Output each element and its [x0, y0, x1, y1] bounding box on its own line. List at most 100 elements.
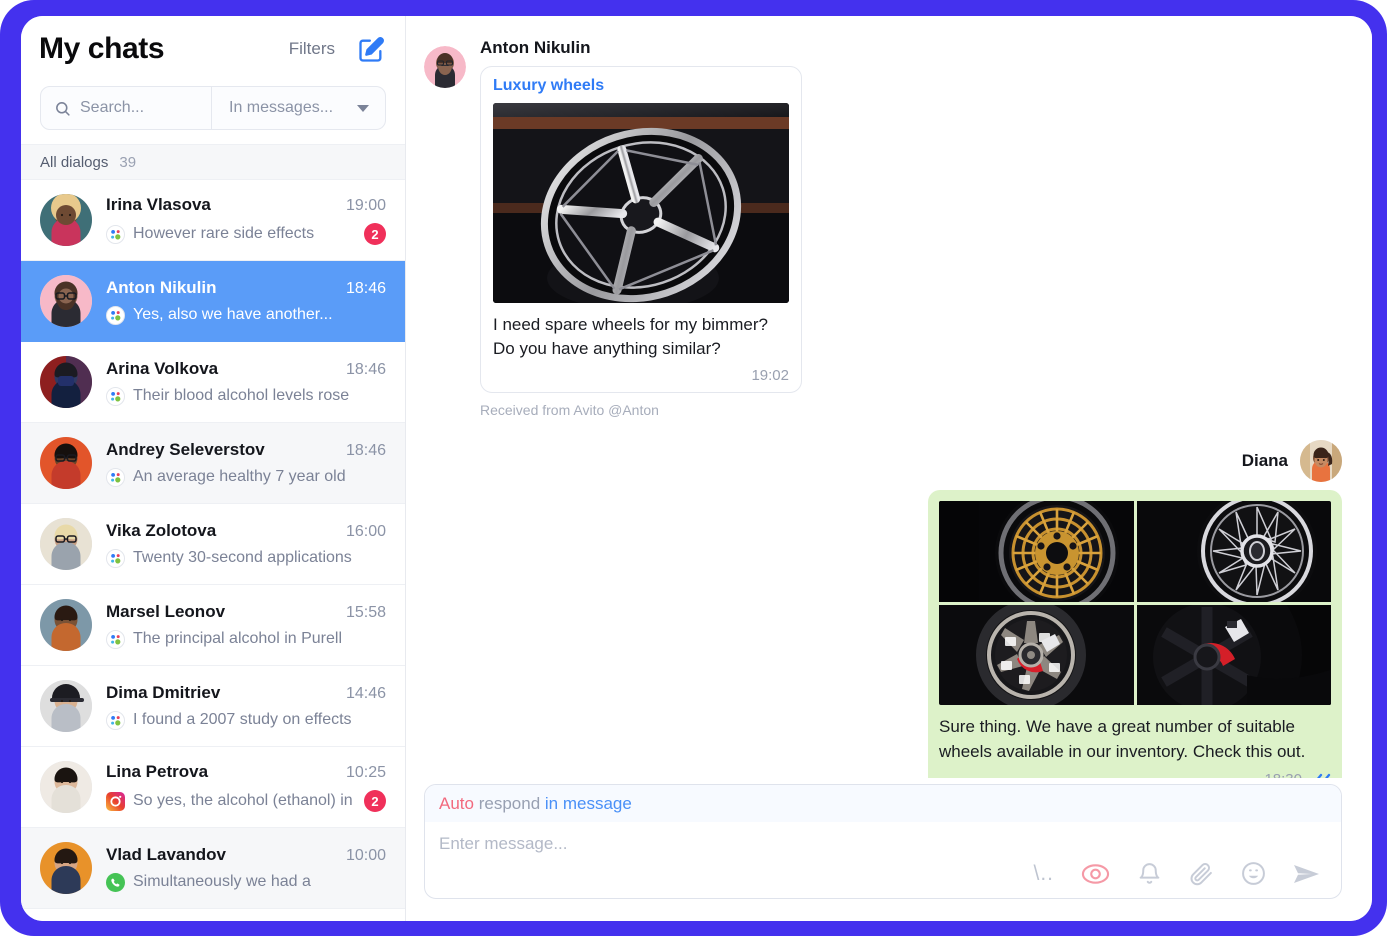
red-caliper-wheel-photo[interactable]: [1136, 604, 1331, 706]
incoming-column: Anton Nikulin Luxury wheels I need spare…: [480, 38, 802, 418]
chat-item-preview: An average healthy 7 year old: [133, 468, 346, 485]
eye-icon[interactable]: [1081, 862, 1110, 886]
chat-list-item[interactable]: Anton Nikulin 18:46 Yes, also we have an…: [21, 261, 405, 342]
chat-list-item[interactable]: Vika Zolotova 16:00 Twenty 30-second app…: [21, 504, 405, 585]
chat-item-name: Irina Vlasova: [106, 195, 211, 214]
chevron-down-icon: [357, 104, 369, 112]
silver-spoke-wheel-photo[interactable]: [1136, 501, 1331, 602]
car-wheel-photo[interactable]: [493, 103, 789, 303]
paperclip-icon[interactable]: [1189, 861, 1214, 886]
chat-list-item[interactable]: Marsel Leonov 15:58 The principal alcoho…: [21, 585, 405, 666]
chat-item-time: 19:00: [345, 197, 386, 214]
send-icon[interactable]: [1293, 862, 1321, 886]
emoji-icon[interactable]: [1241, 861, 1266, 886]
incoming-message-text: I need spare wheels for my bimmer? Do yo…: [493, 315, 768, 359]
chat-item-name: Dima Dmitriev: [106, 682, 221, 702]
search-scope-select[interactable]: In messages...: [212, 87, 385, 129]
message-input[interactable]: Enter message...: [425, 822, 1341, 861]
bell-icon[interactable]: [1137, 861, 1162, 886]
chat-item-name: Vlad Lavandov: [106, 844, 226, 864]
chat-item-top: Arina Volkova 18:46: [106, 359, 386, 379]
chat-item-bottom: An average healthy 7 year old: [106, 467, 386, 487]
chat-item-preview: Yes, also we have another...: [133, 306, 333, 323]
all-dialogs-bar[interactable]: All dialogs 39: [21, 144, 405, 180]
whatsapp-icon: [106, 872, 125, 892]
chat-item-content: Vlad Lavandov 10:00 Simultaneously we ha…: [106, 845, 386, 892]
message-composer: Auto respond in message Enter message...…: [424, 783, 1342, 899]
chat-item-time: 10:00: [345, 846, 386, 864]
chat-item-content: Anton Nikulin 18:46 Yes, also we have an…: [106, 278, 386, 325]
unread-badge: 2: [364, 223, 386, 245]
chat-item-content: Dima Dmitriev 14:46 I found a 2007 study…: [106, 683, 386, 730]
chat-item-content: Arina Volkova 18:46 Their blood alcohol …: [106, 359, 386, 406]
chat-list-item[interactable]: Andrey Seleverstov 18:46 An average heal…: [21, 423, 405, 504]
auto-respond-bar[interactable]: Auto respond in message: [425, 784, 1341, 822]
wheel-gallery[interactable]: [939, 501, 1331, 706]
chat-item-bottom: Yes, also we have another...: [106, 305, 386, 325]
chat-item-content: Lina Petrova 10:25 So yes, the alcohol (…: [106, 762, 386, 812]
all-dialogs-label: All dialogs: [40, 153, 109, 171]
auto-respond-suffix: in message: [544, 793, 632, 813]
filters-button[interactable]: Filters: [287, 35, 337, 63]
message-bubble-outgoing[interactable]: Sure thing. We have a great number of su…: [928, 490, 1342, 778]
unread-badge: 2: [364, 790, 386, 812]
instagram-icon: [106, 791, 125, 811]
product-title[interactable]: Luxury wheels: [493, 77, 789, 95]
chat-item-top: Irina Vlasova 19:00: [106, 195, 386, 215]
search-row: Search... In messages...: [40, 86, 386, 130]
avito-icon: [106, 629, 125, 649]
app-window: My chats Filters Search... In messages..…: [21, 16, 1372, 921]
incoming-source-note: Received from Avito @Anton: [480, 402, 659, 419]
all-dialogs-count: 39: [119, 153, 137, 171]
chat-list[interactable]: Irina Vlasova 19:00 However rare side ef…: [21, 180, 405, 921]
chat-item-preview: Simultaneously we had a: [133, 873, 311, 890]
avatar: [40, 518, 92, 570]
avito-icon: [106, 305, 125, 325]
chat-item-name: Lina Petrova: [106, 762, 209, 781]
outgoing-message-text: Sure thing. We have a great number of su…: [939, 717, 1306, 761]
chat-item-name: Vika Zolotova: [106, 520, 217, 540]
search-placeholder: Search...: [80, 99, 145, 116]
chat-item-name: Andrey Seleverstov: [106, 439, 265, 459]
page-title: My chats: [39, 32, 165, 65]
porsche-wheel-photo[interactable]: [939, 604, 1134, 706]
chat-item-top: Lina Petrova 10:25: [106, 762, 386, 782]
chat-item-time: 18:46: [345, 279, 386, 297]
search-input[interactable]: Search...: [41, 87, 212, 129]
chat-item-preview: I found a 2007 study on effects: [133, 711, 352, 728]
gold-mesh-wheel-photo[interactable]: [939, 501, 1134, 602]
chat-item-top: Marsel Leonov 15:58: [106, 602, 386, 622]
chat-item-time: 15:58: [345, 603, 386, 621]
conversation-pane: Anton Nikulin Luxury wheels I need spare…: [406, 16, 1372, 921]
auto-respond-prefix: Auto: [439, 793, 474, 813]
chat-list-item[interactable]: Arina Volkova 18:46 Their blood alcohol …: [21, 342, 405, 423]
incoming-message-meta: 19:02: [493, 367, 789, 384]
chat-item-content: Marsel Leonov 15:58 The principal alcoho…: [106, 602, 386, 649]
chat-item-content: Vika Zolotova 16:00 Twenty 30-second app…: [106, 521, 386, 568]
read-double-check-icon: [1309, 772, 1331, 778]
template-icon[interactable]: \..: [1033, 863, 1054, 884]
chat-item-bottom: However rare side effects 2: [106, 223, 386, 245]
chat-item-name: Marsel Leonov: [106, 601, 226, 621]
chat-item-content: Irina Vlasova 19:00 However rare side ef…: [106, 195, 386, 245]
avito-icon: [106, 710, 125, 730]
avatar: [1300, 440, 1342, 483]
sidebar-header: My chats Filters: [21, 16, 405, 72]
message-bubble-incoming[interactable]: Luxury wheels I need spare wheels for my…: [480, 66, 802, 394]
chat-item-preview: However rare side effects: [133, 225, 315, 242]
chat-item-bottom: Simultaneously we had a: [106, 872, 386, 892]
composer-toolbar: \..: [425, 861, 1341, 898]
chat-item-top: Andrey Seleverstov 18:46: [106, 440, 386, 460]
compose-pencil-icon[interactable]: [347, 34, 385, 64]
chat-list-item[interactable]: Vlad Lavandov 10:00 Simultaneously we ha…: [21, 828, 405, 909]
avatar: [424, 46, 466, 88]
chat-list-item[interactable]: Irina Vlasova 19:00 However rare side ef…: [21, 180, 405, 261]
chat-item-top: Vlad Lavandov 10:00: [106, 845, 386, 865]
chat-list-item[interactable]: Dima Dmitriev 14:46 I found a 2007 study…: [21, 666, 405, 747]
chat-item-content: Andrey Seleverstov 18:46 An average heal…: [106, 440, 386, 487]
chat-list-item[interactable]: Lina Petrova 10:25 So yes, the alcohol (…: [21, 747, 405, 828]
auto-respond-middle: respond: [478, 793, 541, 813]
chat-item-time: 16:00: [345, 522, 386, 540]
avatar: [40, 194, 92, 246]
chat-item-bottom: Twenty 30-second applications: [106, 548, 386, 568]
